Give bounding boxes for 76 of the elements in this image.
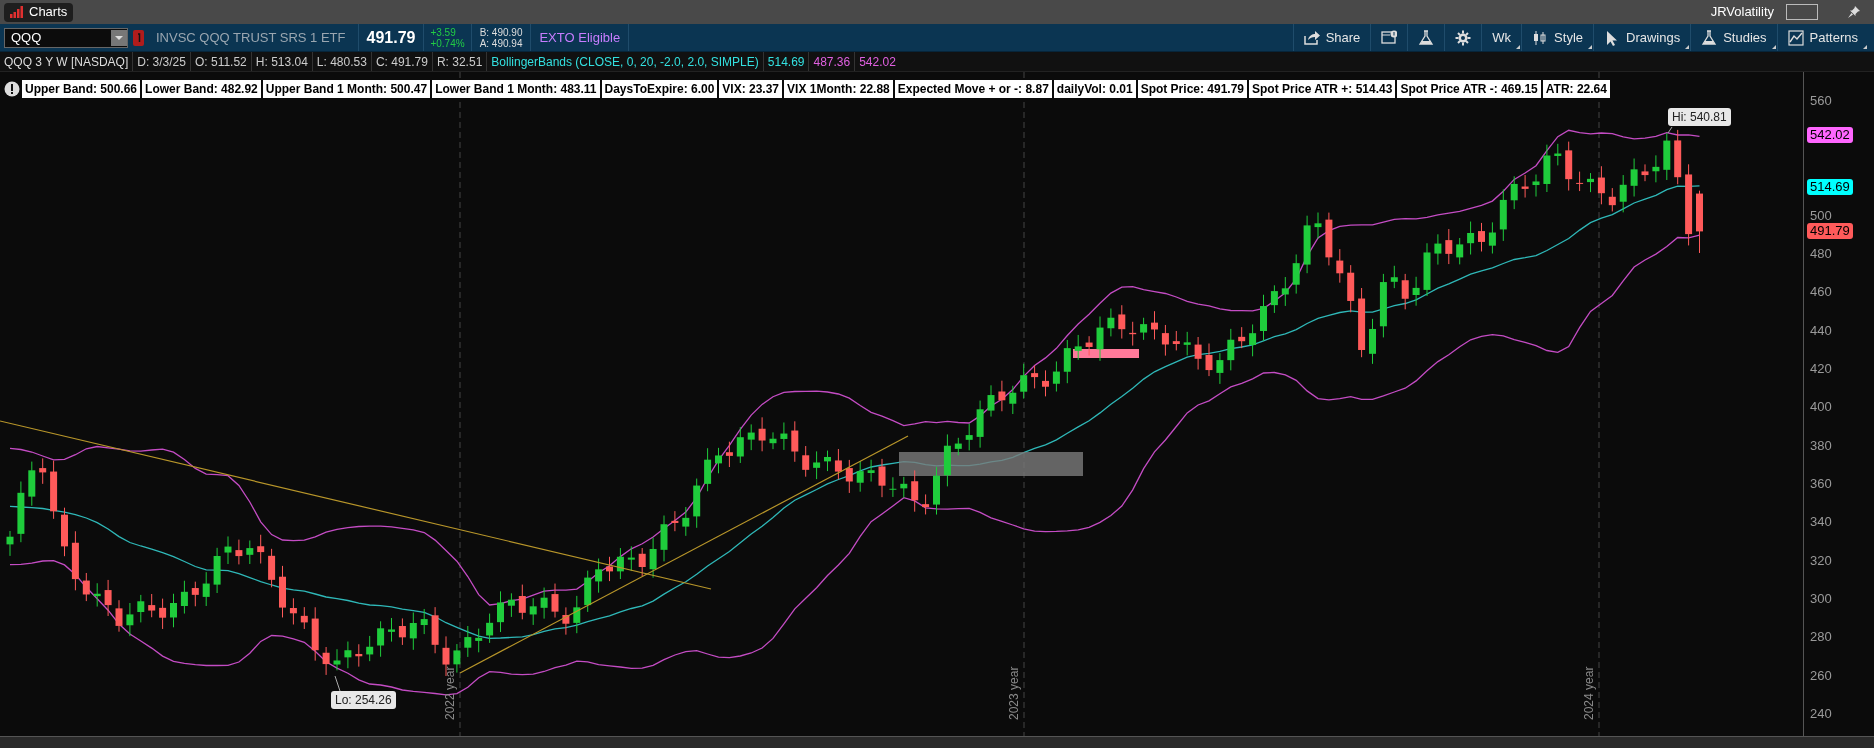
last-price: 491.79 (358, 24, 425, 51)
year-label: 2022 year (443, 666, 457, 720)
flask-icon (1418, 29, 1435, 46)
percent-change: +0.74% (430, 37, 465, 49)
settings-icon (1455, 29, 1472, 46)
ohlc-value: L: 480.53 (312, 52, 372, 71)
exto-badge: EXTO Eligible (531, 24, 630, 51)
account-name: JRVolatility (1710, 3, 1774, 22)
price-axis-label: 340 (1810, 515, 1832, 530)
study-label: BollingerBands (CLOSE, 0, 20, -2.0, 2.0, SIMPLE) (490, 53, 760, 71)
ohlc-value: H: 513.04 (251, 52, 313, 71)
price-badge: 491.79 (1807, 223, 1853, 240)
price-axis-label: 260 (1810, 668, 1832, 683)
bar-chart-icon (10, 6, 24, 18)
study-label-box: DaysToExpire: 6.00 (601, 80, 718, 98)
leader-line (1667, 126, 1673, 134)
charts-tab[interactable]: Charts (4, 2, 74, 22)
price-badge: 542.02 (1807, 127, 1853, 144)
ohlc-value: C: 491.79 (371, 52, 433, 71)
ohlc-value: O: 511.52 (190, 52, 252, 71)
study-label-box: ATR: 22.64 (1542, 80, 1610, 98)
price-axis-label: 560 (1810, 93, 1832, 108)
chart-title: QQQ 3 Y W [NASDAQ] (0, 52, 134, 71)
flask-icon (1701, 29, 1718, 46)
toolbar-button[interactable]: Share (1292, 24, 1371, 51)
price-axis-label: 440 (1810, 323, 1832, 338)
study-label-box: Lower Band 1 Month: 483.11 (432, 80, 600, 98)
low-price-label: Lo: 254.26 (331, 691, 396, 709)
message-icon (1381, 29, 1398, 46)
ask-price: A: 490.94 (479, 37, 523, 49)
scrollbar-track[interactable] (0, 736, 1874, 748)
price-axis-label: 400 (1810, 400, 1832, 415)
zone-rectangle (1073, 349, 1139, 358)
color-swatch[interactable] (1786, 4, 1818, 20)
candlestick-icon (1532, 29, 1549, 46)
study-label-box: Spot Price ATR +: 514.43 (1249, 80, 1396, 98)
study-value: 542.02 (854, 52, 900, 71)
price-axis-label: 280 (1810, 630, 1832, 645)
dropdown-icon[interactable] (111, 29, 127, 46)
study-label-box: Upper Band: 500.66 (22, 80, 141, 98)
link-icon[interactable] (133, 29, 144, 46)
year-label: 2024 year (1582, 666, 1596, 720)
study-label-box: Spot Price ATR -: 469.15 (1397, 80, 1541, 98)
price-axis-label: 320 (1810, 553, 1832, 568)
bid-price: B: 490.90 (479, 26, 523, 38)
pattern-icon (1787, 29, 1804, 46)
price-axis-label: 480 (1810, 247, 1832, 261)
cursor-icon (1604, 29, 1620, 46)
year-label: 2023 year (1007, 666, 1021, 720)
symbol-field[interactable]: QQQ (4, 27, 128, 48)
pin-icon[interactable] (1848, 6, 1860, 18)
ohlc-value: D: 3/3/25 (133, 52, 191, 71)
price-axis-label: 460 (1810, 285, 1832, 300)
ohlc-value: R: 32.51 (432, 52, 488, 71)
price-axis-label: 420 (1810, 362, 1832, 376)
study-label-box: Spot Price: 491.79 (1137, 80, 1247, 98)
price-axis-label: 380 (1810, 438, 1832, 453)
price-axis-label: 300 (1810, 592, 1832, 607)
study-label-box: Expected Move + or -: 8.87 (894, 80, 1052, 98)
leader-line (334, 675, 341, 692)
alert-icon[interactable] (4, 81, 20, 97)
study-value: 514.69 (762, 52, 809, 71)
study-value: 487.36 (808, 52, 855, 71)
study-label-box: Upper Band 1 Month: 500.47 (262, 80, 431, 98)
price-axis-label: 240 (1810, 707, 1832, 722)
high-price-label: Hi: 540.81 (1668, 108, 1731, 126)
study-label-box: Lower Band: 482.92 (142, 80, 261, 98)
price-axis-label: 500 (1810, 208, 1832, 223)
study-label-box: VIX: 23.37 (719, 80, 783, 98)
share-icon (1303, 29, 1320, 46)
net-change: +3.59 (430, 26, 457, 38)
study-label-box: VIX 1Month: 22.88 (784, 80, 893, 98)
study-label-box: dailyVol: 0.01 (1053, 80, 1136, 98)
instrument-description: INVSC QQQ TRUST SRS 1 ETF (156, 24, 359, 51)
price-badge: 514.69 (1807, 179, 1853, 196)
price-axis-label: 360 (1810, 477, 1832, 492)
